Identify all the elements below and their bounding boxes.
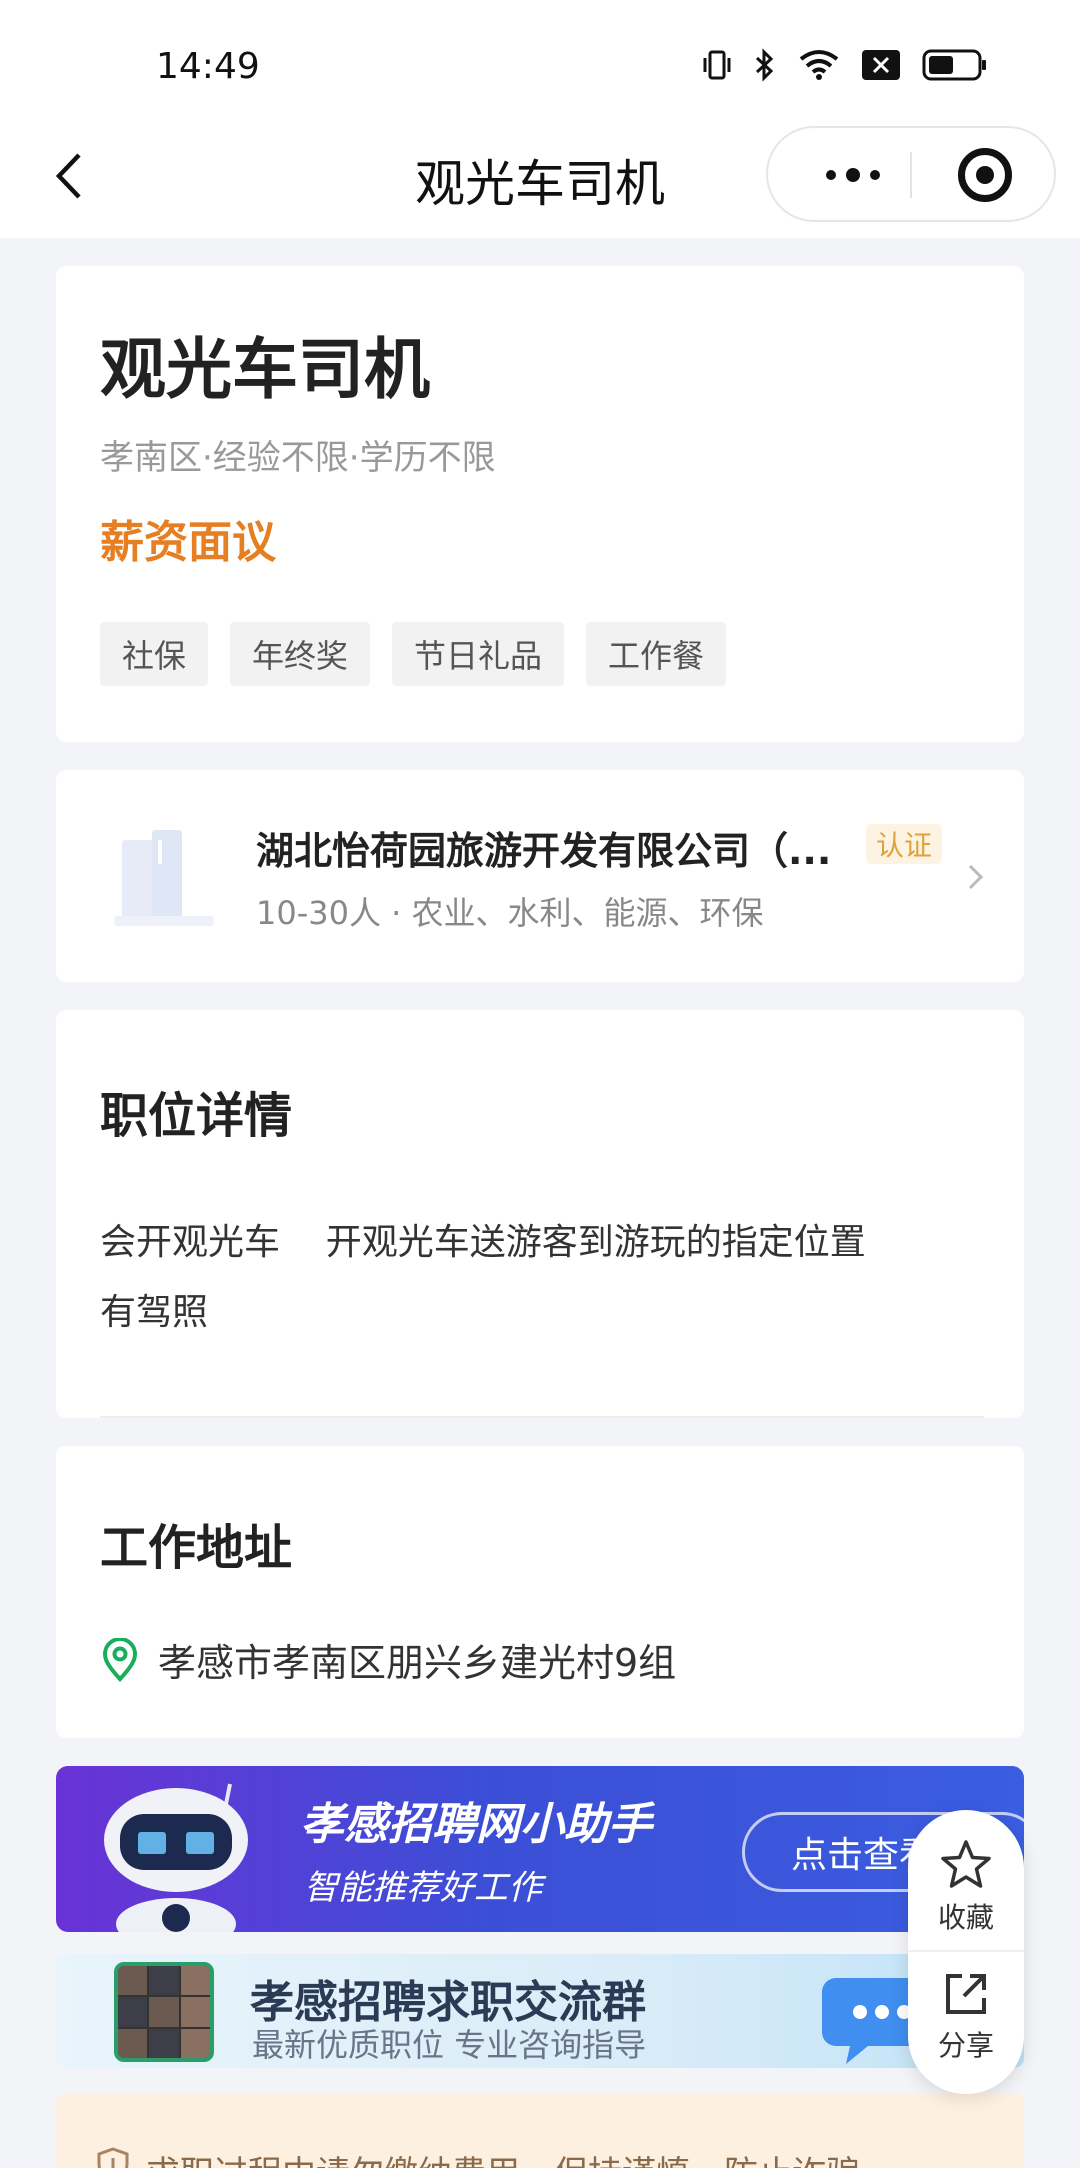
status-time: 14:49 <box>156 46 260 87</box>
status-icons <box>702 48 988 82</box>
benefit-tag: 节日礼品 <box>392 622 565 686</box>
shield-icon <box>96 2146 130 2168</box>
robot-mascot-icon <box>92 1778 262 1932</box>
location-pin-icon <box>102 1637 138 1682</box>
company-name: 湖北怡荷园旅游开发有限公司（... <box>256 829 832 873</box>
favorite-label: 收藏 <box>937 1901 994 1934</box>
job-meta: 孝南区·经验不限·学历不限 <box>100 438 496 478</box>
share-label: 分享 <box>937 2029 994 2062</box>
navigation-bar: 观光车司机 <box>0 120 1080 238</box>
job-details-line: 会开观光车 开观光车送游客到游玩的指定位置 <box>100 1222 866 1263</box>
divider <box>908 1950 1024 1952</box>
work-address-heading: 工作地址 <box>100 1520 293 1576</box>
no-sim-icon <box>862 50 900 80</box>
floating-action-bar: 收藏 分享 <box>908 1810 1024 2094</box>
safety-notice: 求职过程中请勿缴纳费用，保持谨慎，防止诈骗 <box>56 2094 1024 2168</box>
verified-badge: 认证 <box>866 824 943 864</box>
benefit-tag: 工作餐 <box>586 622 727 686</box>
job-details-card: 职位详情 会开观光车 开观光车送游客到游玩的指定位置 有驾照 <box>56 1010 1024 1418</box>
group-banner-subtitle: 最新优质职位 专业咨询指导 <box>252 2026 647 2064</box>
benefit-tags: 社保 年终奖 节日礼品 工作餐 <box>100 622 727 686</box>
group-thumbnail <box>114 1962 214 2062</box>
share-icon <box>946 1974 986 2014</box>
job-summary-card: 观光车司机 孝南区·经验不限·学历不限 薪资面议 社保 年终奖 节日礼品 工作餐 <box>56 266 1024 742</box>
assistant-banner-title: 孝感招聘网小助手 <box>300 1799 652 1850</box>
address-row[interactable]: 孝感市孝南区朋兴乡建光村9组 <box>100 1632 676 1687</box>
job-details-heading: 职位详情 <box>100 1088 293 1144</box>
more-dots-icon[interactable] <box>808 148 898 202</box>
address-text: 孝感市孝南区朋兴乡建光村9组 <box>158 1641 677 1685</box>
work-address-card: 工作地址 孝感市孝南区朋兴乡建光村9组 <box>56 1446 1024 1738</box>
benefit-tag: 年终奖 <box>230 622 371 686</box>
vibrate-icon <box>702 48 732 82</box>
share-button[interactable]: 分享 <box>908 1968 1024 2064</box>
status-bar: 14:49 <box>0 0 1080 120</box>
divider <box>100 1416 984 1418</box>
battery-icon <box>922 49 988 81</box>
assistant-banner-subtitle: 智能推荐好工作 <box>304 1868 542 1908</box>
assistant-banner[interactable]: 孝感招聘网小助手 智能推荐好工作 点击查看 <box>56 1766 1024 1932</box>
favorite-button[interactable]: 收藏 <box>908 1838 1024 1936</box>
bluetooth-icon <box>754 48 776 82</box>
miniprogram-capsule <box>766 126 1056 222</box>
wifi-icon <box>798 49 840 81</box>
target-circle-icon[interactable] <box>958 148 1012 202</box>
safety-notice-text: 求职过程中请勿缴纳费用，保持谨慎，防止诈骗 <box>146 2146 860 2168</box>
benefit-tag: 社保 <box>100 622 209 686</box>
job-salary: 薪资面议 <box>100 517 276 568</box>
job-details-line: 有驾照 <box>100 1292 209 1333</box>
star-icon <box>941 1840 991 1888</box>
company-card[interactable]: 湖北怡荷园旅游开发有限公司（... 认证 10-30人 · 农业、水利、能源、环… <box>56 770 1024 982</box>
company-logo <box>112 826 216 930</box>
job-details-text: 会开观光车 开观光车送游客到游玩的指定位置 有驾照 <box>100 1208 980 1348</box>
chevron-right-icon <box>960 862 990 892</box>
company-meta: 10-30人 · 农业、水利、能源、环保 <box>256 894 764 932</box>
capsule-divider <box>910 152 912 198</box>
group-banner[interactable]: 孝感招聘求职交流群 最新优质职位 专业咨询指导 <box>56 1954 1024 2068</box>
job-title: 观光车司机 <box>100 331 430 408</box>
